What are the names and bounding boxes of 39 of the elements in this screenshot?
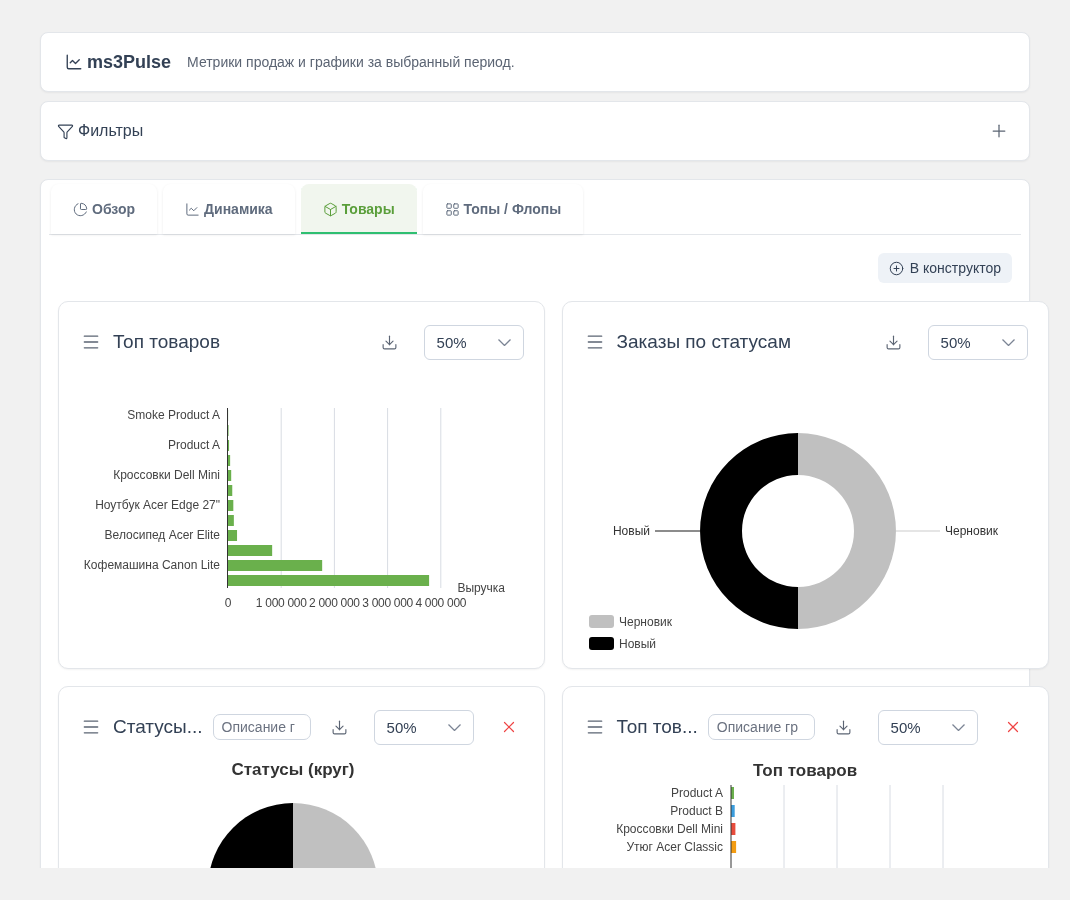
size-select[interactable]: 50% [877,709,978,745]
size-select[interactable]: 50% [423,324,524,360]
category-label: Product A [670,786,723,800]
tick-label: 3 000 000 [362,596,413,610]
category-label: Кофемашина Canon Lite [83,558,220,572]
chart-card-title: Топ тов... [616,716,698,738]
tab[interactable]: Обзор [51,184,158,234]
chart-title: Топ товаров [752,761,859,781]
axis-title: Выручка [457,581,505,595]
category-label: Кроссовки Dell Mini [615,822,723,836]
category-label: Кроссовки Dell Mini [113,468,220,482]
category-label: Product B [669,804,723,818]
slice-label: Новый [612,524,650,538]
category-label: Product A [167,438,220,452]
description-field[interactable]: Описание гр [707,714,815,740]
legend-label: Новый [618,637,656,651]
category-label: Велосипед Acer Elite [104,528,220,542]
category-label: Ноутбук Acer Edge 27" [95,498,220,512]
tick-label: 1 000 000 [255,596,307,610]
tick-label: 2 000 000 [309,596,360,610]
chart-card-title: Топ товаров [113,331,220,353]
tick-label: 4 000 000 [415,596,467,610]
category-label: Утюг Acer Classic [626,840,723,854]
tick-label: 0 [224,596,232,610]
legend-label: Черновик [618,615,672,629]
tab[interactable]: Топы / Флопы [422,184,584,234]
tab[interactable]: Динамика [163,184,295,234]
filters-title: Фильтры [78,122,144,140]
chart-title: Статусы (круг) [231,760,355,779]
size-select[interactable]: 50% [927,324,1028,360]
description-field[interactable]: Описание г [212,714,311,740]
category-label: Smoke Product A [127,408,220,422]
chart-card-title: Статусы... [113,716,203,738]
add-to-builder-button[interactable]: В конструктор [877,253,1012,283]
brand-name: ms3Pulse [87,51,172,73]
slice-label: Черновик [944,524,998,538]
chart-card-title: Заказы по статусам [616,331,791,353]
subtitle: Метрики продаж и графики за выбранный период. [187,54,515,70]
size-select[interactable]: 50% [373,709,474,745]
